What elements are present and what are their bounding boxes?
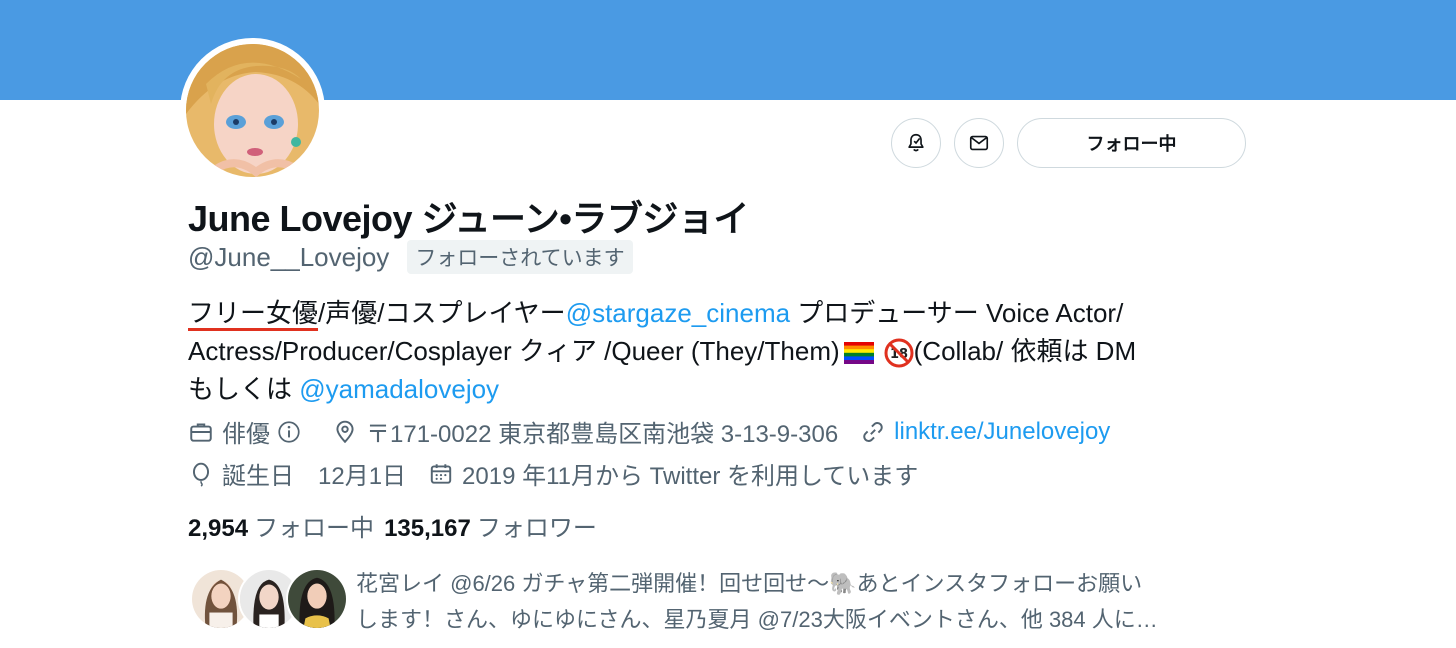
followers-you-know-line: 花宮レイ @6/26 ガチャ第二弾開催！回せ回せ〜🐘あとインスタフォローお願い [356, 571, 1143, 596]
calendar-icon [430, 463, 452, 484]
bio-line-2: Actress/Producer/Cosplayer クィア /Queer (T… [188, 332, 1268, 370]
bio-text: /声優/コスプレイヤー [318, 298, 566, 328]
birthday-value: 12月1日 [318, 463, 407, 490]
bio-text: (Collab/ 依頼は DM [913, 336, 1137, 366]
followers-count[interactable]: 135,167 [384, 515, 471, 543]
bio-mention-link[interactable]: @stargaze_cinema [566, 298, 790, 328]
follower-avatar [286, 568, 348, 630]
followers-label[interactable]: フォロワー [477, 508, 597, 543]
birthday-label: 誕生日 [222, 463, 294, 490]
profile-meta-row: 俳優 〒171-0022 東京都豊島区南池袋 3-13-9-306 linktr… [188, 414, 1132, 449]
website-link[interactable]: linktr.ee/Junelovejoy [894, 418, 1110, 446]
rainbow-flag-icon [843, 342, 874, 365]
following-label[interactable]: フォロー中 [254, 508, 374, 543]
profile-bio: フリー女優/声優/コスプレイヤー@stargaze_cinema プロデューサー… [188, 294, 1268, 408]
user-handle: @June__Lovejoy [188, 241, 390, 272]
following-count[interactable]: 2,954 [188, 515, 248, 543]
followers-you-know-line: します！さん、ゆにゆにさん、星乃夏月 @7/23大阪イベントさん、他 384 人… [356, 607, 1158, 632]
following-button[interactable]: フォロー中 [1017, 118, 1246, 168]
follower-avatars [190, 566, 350, 632]
link-icon [863, 421, 883, 442]
profile-category: 俳優 [188, 414, 310, 449]
joined-text: 2019 年11月から Twitter を利用しています [462, 463, 919, 490]
profile-avatar[interactable] [180, 38, 325, 183]
location-pin-icon [336, 420, 354, 443]
location-text: 〒171-0022 東京都豊島区南池袋 3-13-9-306 [366, 421, 839, 448]
profile-website[interactable]: linktr.ee/Junelovejoy [860, 418, 1110, 446]
bio-text: もしくは [188, 374, 300, 404]
message-button[interactable] [954, 118, 1004, 168]
handle-row: @June__Lovejoy フォローされています [188, 240, 633, 274]
profile-meta-row-2: 誕生日 12月1日 2019 年11月から Twitter を利用しています [188, 456, 940, 491]
followers-you-know[interactable]: 花宮レイ @6/26 ガチャ第二弾開催！回せ回せ〜🐘あとインスタフォローお願い … [190, 566, 1158, 632]
bio-mention-link[interactable]: @yamadalovejoy [299, 374, 499, 404]
bell-icon [908, 133, 924, 152]
bio-text: フリー女優 [188, 298, 319, 328]
info-icon[interactable] [276, 419, 302, 445]
no-under-18-icon: 18 [884, 338, 914, 368]
bio-line-3: もしくは @yamadalovejoy [188, 370, 1268, 408]
category-text: 俳優 [222, 421, 270, 448]
followers-you-know-text[interactable]: 花宮レイ @6/26 ガチャ第二弾開催！回せ回せ〜🐘あとインスタフォローお願い … [356, 566, 1256, 638]
follows-you-badge: フォローされています [407, 240, 633, 274]
profile-location: 〒171-0022 東京都豊島区南池袋 3-13-9-306 [332, 414, 838, 449]
bio-line-1: フリー女優/声優/コスプレイヤー@stargaze_cinema プロデューサー… [188, 294, 1268, 332]
notification-button[interactable] [891, 118, 941, 168]
profile-birthday: 誕生日 12月1日 [188, 456, 406, 491]
briefcase-icon [190, 422, 212, 442]
balloon-icon [192, 462, 210, 487]
display-name: June Lovejoy ジューン•ラブジョイ [188, 198, 749, 239]
bio-text: プロデューサー Voice Actor/ [790, 298, 1124, 328]
follow-stats: 2,954 フォロー中 135,167 フォロワー [188, 508, 607, 543]
bio-text: Actress/Producer/Cosplayer クィア /Queer (T… [188, 336, 840, 366]
envelope-icon [969, 135, 989, 151]
profile-joined: 2019 年11月から Twitter を利用しています [428, 456, 918, 491]
avatar-image [186, 44, 319, 177]
